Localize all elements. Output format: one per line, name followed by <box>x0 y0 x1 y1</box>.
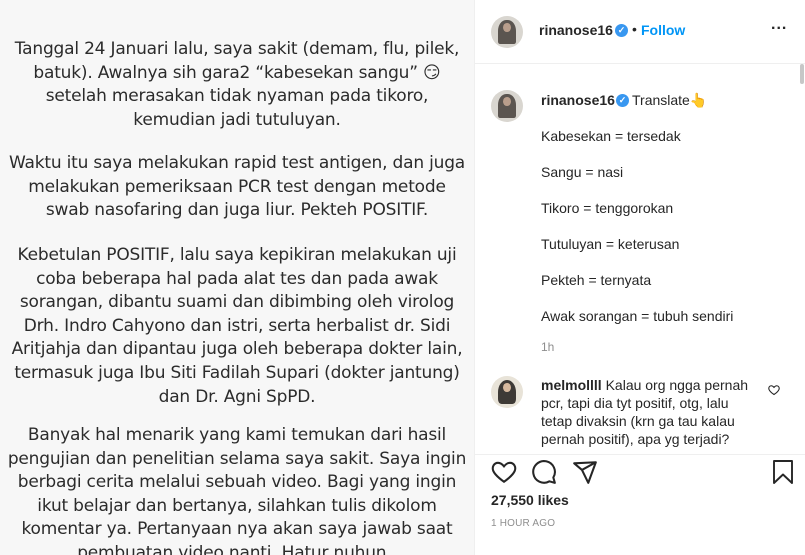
post-paragraph-1: Tanggal 24 Januari lalu, saya sakit (dem… <box>0 38 474 132</box>
more-options-button[interactable]: ... <box>771 16 787 34</box>
post-line: Waktu itu saya melakukan rapid test anti… <box>8 153 466 173</box>
post-line: dan Dr. Agni SpPD. <box>158 386 316 407</box>
caption-line: Tikoro = tenggorokan <box>541 200 674 216</box>
post-line: batuk). Awalnya sih gara2 “kabesekan san… <box>33 62 441 83</box>
avatar-face <box>503 97 511 106</box>
post-line: Aritjahja dan dipantau juga oleh beberap… <box>11 339 463 360</box>
post-line: pengujian dan penelitian selama saya sak… <box>7 448 467 469</box>
caption-line: Kabesekan = tersedak <box>541 128 681 144</box>
post-image: Tanggal 24 Januari lalu, saya sakit (dem… <box>0 0 474 555</box>
author-username[interactable]: rinanose16 <box>539 22 613 38</box>
author-avatar[interactable] <box>491 16 523 48</box>
post-timestamp[interactable]: 1 HOUR AGO <box>491 518 555 529</box>
caption-line: Sangu = nasi <box>541 164 624 180</box>
post-line: berbagi cerita melalui sebuah video. Bag… <box>17 472 457 493</box>
caption-username[interactable]: rinanose16 <box>541 92 615 108</box>
verified-badge-icon: ✓ <box>616 94 629 107</box>
post-line: coba beberapa hal pada alat tes dan pada… <box>36 268 438 289</box>
heart-icon[interactable] <box>491 459 517 485</box>
post-line: Drh. Indro Cahyono dan istri, serta herb… <box>23 315 451 336</box>
caption-line: Tutuluyan = keterusan <box>541 236 680 252</box>
bookmark-icon[interactable] <box>771 459 795 485</box>
post-line: Kebetulan POSITIF, lalu saya kepikiran m… <box>17 245 457 265</box>
commenter-avatar[interactable] <box>491 376 523 408</box>
comments-list: rinanose16 ✓ Translate👆 Kabesekan = ters… <box>475 64 805 454</box>
post-header: rinanose16 ✓ • Follow ... <box>475 0 805 64</box>
caption-line: Pekteh = ternyata <box>541 272 652 288</box>
post-line: komentar ya. Pertanyaan nya akan saya ja… <box>21 519 453 540</box>
scrollbar-thumb[interactable] <box>800 64 804 84</box>
post-paragraph-4: Banyak hal menarik yang kami temukan dar… <box>0 424 474 555</box>
post-side-panel: rinanose16 ✓ • Follow ... rinanose16 ✓ T… <box>474 0 805 555</box>
post-actions: 27,550 likes 1 HOUR AGO <box>475 454 805 555</box>
post-paragraph-3: Kebetulan POSITIF, lalu saya kepikiran m… <box>0 244 474 409</box>
avatar-face <box>503 383 511 392</box>
follow-button[interactable]: Follow <box>641 22 685 38</box>
post-line: setelah merasakan tidak nyaman pada tiko… <box>45 86 429 107</box>
post-line: kemudian jadi tutuluyan. <box>133 109 341 130</box>
verified-badge-icon: ✓ <box>615 24 628 37</box>
separator-dot: • <box>632 21 637 37</box>
post-line: ikut belajar dan bertanya, silahkan tuli… <box>37 495 437 516</box>
comment-body: melmollll Kalau org ngga pernah pcr, tap… <box>541 376 763 448</box>
post-line: sorangan, dibantu suami dan dibimbing ol… <box>19 292 455 313</box>
post-line: Banyak hal menarik yang kami temukan dar… <box>27 425 447 445</box>
caption-line: Awak sorangan = tubuh sendiri <box>541 308 734 324</box>
comment-like-heart-icon[interactable] <box>768 384 780 396</box>
comment-bubble-icon[interactable] <box>531 459 557 485</box>
post-line: termasuk juga Ibu Siti Fadilah Supari (d… <box>14 362 460 383</box>
post-line: swab nasofaring dan juga liur. Pekteh PO… <box>45 200 429 221</box>
avatar-face <box>503 23 511 32</box>
likes-count[interactable]: 27,550 likes <box>491 492 569 508</box>
share-plane-icon[interactable] <box>572 459 598 485</box>
comment-username[interactable]: melmollll <box>541 377 602 393</box>
post-line: melakukan pemeriksaan PCR test dengan me… <box>28 176 446 197</box>
post-line: Tanggal 24 Januari lalu, saya sakit (dem… <box>14 39 460 59</box>
caption-time[interactable]: 1h <box>541 340 554 354</box>
post-line: pembuatan video nanti. Hatur nuhun.. <box>77 542 397 555</box>
caption-avatar[interactable] <box>491 90 523 122</box>
translate-text: Translate👆 <box>632 92 708 108</box>
post-paragraph-2: Waktu itu saya melakukan rapid test anti… <box>0 152 474 223</box>
